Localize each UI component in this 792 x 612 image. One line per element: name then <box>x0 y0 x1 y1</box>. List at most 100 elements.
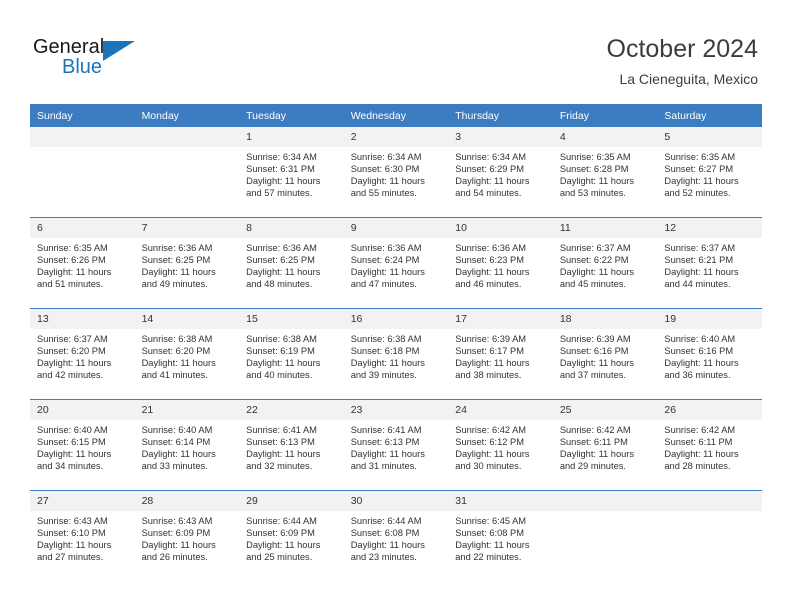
day-info: Sunrise: 6:41 AM Sunset: 6:13 PM Daylight:… <box>344 420 449 472</box>
day-number: 30 <box>343 491 449 511</box>
sunset-text: Sunset: 6:26 PM <box>37 255 106 266</box>
calendar-day-cell-empty <box>657 490 762 581</box>
day-info: Sunrise: 6:40 AM Sunset: 6:15 PM Daylight:… <box>30 420 135 472</box>
calendar-day-cell[interactable]: 25 Sunrise: 6:42 AM Sunset: 6:11 PM Dayligh… <box>552 399 658 491</box>
day-number: 7 <box>134 218 240 238</box>
day-info: Sunrise: 6:34 AM Sunset: 6:30 PM Daylight:… <box>344 147 449 199</box>
calendar-day-cell[interactable]: 21 Sunrise: 6:40 AM Sunset: 6:14 PM Dayligh… <box>134 399 240 491</box>
triangle-icon <box>103 41 135 61</box>
day-info: Sunrise: 6:41 AM Sunset: 6:13 PM Daylight:… <box>239 420 344 472</box>
day-number: 1 <box>239 127 344 147</box>
day-number: 20 <box>30 400 135 420</box>
day-number: 24 <box>448 400 553 420</box>
sunrise-text: Sunrise: 6:41 AM <box>246 425 317 435</box>
sunset-text: Sunset: 6:28 PM <box>559 164 629 175</box>
sunrise-text: Sunrise: 6:37 AM <box>664 243 736 253</box>
daylight-text: Daylight: 11 hours and 37 minutes. <box>559 358 635 381</box>
daylight-text: Daylight: 11 hours and 42 minutes. <box>37 358 112 381</box>
day-number: 27 <box>30 491 135 511</box>
sunrise-text: Sunrise: 6:39 AM <box>559 334 631 344</box>
day-number: 18 <box>552 309 658 329</box>
calendar-day-cell[interactable]: 28 Sunrise: 6:43 AM Sunset: 6:09 PM Dayligh… <box>134 490 240 581</box>
sunrise-text: Sunrise: 6:43 AM <box>141 516 213 526</box>
daylight-text: Daylight: 11 hours and 27 minutes. <box>37 540 112 563</box>
sunrise-text: Sunrise: 6:38 AM <box>350 334 422 344</box>
sunset-text: Sunset: 6:25 PM <box>141 255 211 266</box>
day-info: Sunrise: 6:38 AM Sunset: 6:18 PM Daylight:… <box>344 329 449 381</box>
calendar-day-cell[interactable]: 30 Sunrise: 6:44 AM Sunset: 6:08 PM Dayligh… <box>343 490 449 581</box>
daylight-text: Daylight: 11 hours and 25 minutes. <box>246 540 321 563</box>
sunset-text: Sunset: 6:14 PM <box>141 437 211 448</box>
calendar-day-cell[interactable]: 22 Sunrise: 6:41 AM Sunset: 6:13 PM Dayligh… <box>239 399 344 491</box>
calendar-day-cell[interactable]: 11 Sunrise: 6:37 AM Sunset: 6:22 PM Dayligh… <box>552 217 658 309</box>
day-info: Sunrise: 6:39 AM Sunset: 6:16 PM Daylight:… <box>553 329 658 381</box>
day-info: Sunrise: 6:35 AM Sunset: 6:27 PM Daylight:… <box>657 147 762 199</box>
day-number: 21 <box>134 400 240 420</box>
sunset-text: Sunset: 6:20 PM <box>141 346 211 357</box>
daylight-text: Daylight: 11 hours and 33 minutes. <box>141 449 216 472</box>
calendar-day-cell[interactable]: 10 Sunrise: 6:36 AM Sunset: 6:23 PM Dayligh… <box>448 217 553 309</box>
page-title: October 2024 <box>606 35 759 63</box>
calendar-day-cell[interactable]: 2 Sunrise: 6:34 AM Sunset: 6:30 PM Daylight… <box>343 127 449 218</box>
calendar-day-cell[interactable]: 3 Sunrise: 6:34 AM Sunset: 6:29 PM Daylight… <box>448 127 553 218</box>
calendar-day-cell[interactable]: 6 Sunrise: 6:35 AM Sunset: 6:26 PM Daylight… <box>30 217 135 309</box>
sunrise-text: Sunrise: 6:37 AM <box>37 334 108 344</box>
calendar-day-cell[interactable]: 19 Sunrise: 6:40 AM Sunset: 6:16 PM Dayligh… <box>657 308 762 400</box>
daylight-text: Daylight: 11 hours and 23 minutes. <box>350 540 425 563</box>
calendar-day-cell[interactable]: 5 Sunrise: 6:35 AM Sunset: 6:27 PM Daylight… <box>657 127 762 218</box>
calendar-day-cell-empty <box>134 127 240 218</box>
sunset-text: Sunset: 6:09 PM <box>246 528 315 539</box>
day-number: 8 <box>239 218 344 238</box>
sunrise-text: Sunrise: 6:35 AM <box>664 152 736 162</box>
calendar-body: 1 Sunrise: 6:34 AM Sunset: 6:31 PM Daylight… <box>30 127 762 581</box>
logo-text-blue: Blue <box>62 56 103 78</box>
calendar-day-cell[interactable]: 16 Sunrise: 6:38 AM Sunset: 6:18 PM Dayligh… <box>343 308 449 400</box>
day-number <box>657 491 762 511</box>
daylight-text: Daylight: 11 hours and 55 minutes. <box>350 176 425 199</box>
calendar-day-cell[interactable]: 9 Sunrise: 6:36 AM Sunset: 6:24 PM Daylight… <box>343 217 449 309</box>
day-info: Sunrise: 6:42 AM Sunset: 6:11 PM Daylight:… <box>657 420 762 472</box>
sunset-text: Sunset: 6:30 PM <box>350 164 420 175</box>
sunrise-text: Sunrise: 6:42 AM <box>455 425 527 435</box>
calendar-day-cell[interactable]: 1 Sunrise: 6:34 AM Sunset: 6:31 PM Daylight… <box>239 127 344 218</box>
day-info: Sunrise: 6:43 AM Sunset: 6:10 PM Daylight:… <box>30 511 135 563</box>
day-number: 19 <box>657 309 762 329</box>
calendar-day-cell[interactable]: 13 Sunrise: 6:37 AM Sunset: 6:20 PM Dayligh… <box>30 308 135 400</box>
day-number: 6 <box>30 218 135 238</box>
calendar-day-cell[interactable]: 29 Sunrise: 6:44 AM Sunset: 6:09 PM Dayligh… <box>239 490 344 581</box>
sunset-text: Sunset: 6:15 PM <box>37 437 106 448</box>
day-number: 29 <box>239 491 344 511</box>
calendar-day-cell[interactable]: 24 Sunrise: 6:42 AM Sunset: 6:12 PM Dayligh… <box>448 399 553 491</box>
calendar-day-cell[interactable]: 12 Sunrise: 6:37 AM Sunset: 6:21 PM Dayligh… <box>657 217 762 309</box>
daylight-text: Daylight: 11 hours and 49 minutes. <box>141 267 216 290</box>
calendar-day-cell[interactable]: 4 Sunrise: 6:35 AM Sunset: 6:28 PM Daylight… <box>552 127 658 218</box>
day-info: Sunrise: 6:36 AM Sunset: 6:23 PM Daylight:… <box>448 238 553 290</box>
daylight-text: Daylight: 11 hours and 39 minutes. <box>350 358 425 381</box>
daylight-text: Daylight: 11 hours and 40 minutes. <box>246 358 321 381</box>
daylight-text: Daylight: 11 hours and 32 minutes. <box>246 449 321 472</box>
calendar-week-row: 27 Sunrise: 6:43 AM Sunset: 6:10 PM Dayligh… <box>30 490 762 581</box>
calendar-day-cell[interactable]: 14 Sunrise: 6:38 AM Sunset: 6:20 PM Dayligh… <box>134 308 240 400</box>
calendar-day-cell[interactable]: 26 Sunrise: 6:42 AM Sunset: 6:11 PM Dayligh… <box>657 399 762 491</box>
general-blue-logo[interactable]: General Blue <box>33 36 143 81</box>
sunset-text: Sunset: 6:31 PM <box>246 164 315 175</box>
day-info: Sunrise: 6:37 AM Sunset: 6:21 PM Daylight:… <box>657 238 762 290</box>
calendar-day-cell[interactable]: 27 Sunrise: 6:43 AM Sunset: 6:10 PM Dayligh… <box>30 490 135 581</box>
day-number: 5 <box>657 127 762 147</box>
sunrise-text: Sunrise: 6:44 AM <box>350 516 422 526</box>
sunset-text: Sunset: 6:22 PM <box>559 255 629 266</box>
calendar-day-cell[interactable]: 31 Sunrise: 6:45 AM Sunset: 6:08 PM Dayligh… <box>448 490 553 581</box>
calendar-day-cell[interactable]: 8 Sunrise: 6:36 AM Sunset: 6:25 PM Daylight… <box>239 217 344 309</box>
calendar-day-cell-empty <box>552 490 658 581</box>
day-info: Sunrise: 6:35 AM Sunset: 6:26 PM Daylight:… <box>30 238 135 290</box>
calendar-day-cell[interactable]: 7 Sunrise: 6:36 AM Sunset: 6:25 PM Daylight… <box>134 217 240 309</box>
calendar-day-cell[interactable]: 18 Sunrise: 6:39 AM Sunset: 6:16 PM Dayligh… <box>552 308 658 400</box>
sunrise-text: Sunrise: 6:44 AM <box>246 516 317 526</box>
day-number: 25 <box>552 400 658 420</box>
calendar-day-cell[interactable]: 17 Sunrise: 6:39 AM Sunset: 6:17 PM Dayligh… <box>448 308 553 400</box>
calendar-week-row: 6 Sunrise: 6:35 AM Sunset: 6:26 PM Daylight… <box>30 217 762 309</box>
day-info: Sunrise: 6:38 AM Sunset: 6:19 PM Daylight:… <box>239 329 344 381</box>
calendar-day-cell[interactable]: 20 Sunrise: 6:40 AM Sunset: 6:15 PM Dayligh… <box>30 399 135 491</box>
calendar-day-cell[interactable]: 23 Sunrise: 6:41 AM Sunset: 6:13 PM Dayligh… <box>343 399 449 491</box>
calendar-day-cell[interactable]: 15 Sunrise: 6:38 AM Sunset: 6:19 PM Dayligh… <box>239 308 344 400</box>
